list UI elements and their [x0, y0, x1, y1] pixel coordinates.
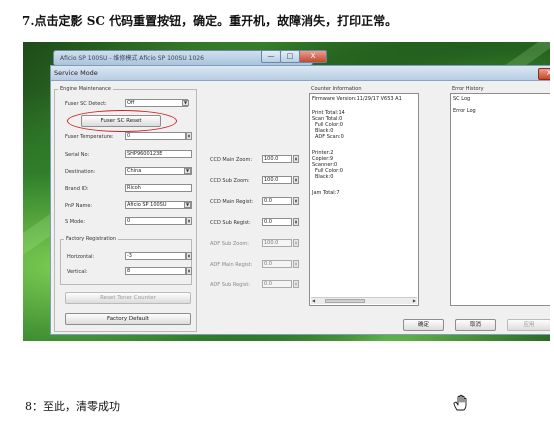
ccd-main-regist-label: CCD Main Regist: — [210, 199, 254, 205]
counter-info-title: Counter Information — [309, 86, 364, 92]
minimize-icon[interactable]: — — [261, 50, 281, 63]
apply-button[interactable]: 应用 — [507, 319, 550, 331]
counter-line: Black:0 — [315, 174, 334, 180]
fuser-temperature-input[interactable]: 0 — [125, 132, 186, 140]
counter-line: Firmware Version:11/29/17 V653 A1 — [312, 96, 402, 102]
counter-line: Jam Total:7 — [312, 190, 340, 196]
chevron-down-icon[interactable]: ▼ — [184, 168, 191, 174]
ok-button[interactable]: 确定 — [403, 319, 444, 331]
adf-main-regist-label: ADF Main Regist: — [210, 262, 253, 268]
fuser-sc-detect-label: Fuser SC Detect: — [65, 101, 107, 107]
red-highlight-circle — [67, 110, 177, 132]
error-history-textbox[interactable]: SC Log Error Log — [450, 93, 550, 306]
fuser-temperature-label: Fuser Temperature: — [65, 134, 114, 140]
factory-default-button[interactable]: Factory Default — [65, 313, 191, 325]
counter-line: ADF Scan:0 — [315, 134, 344, 140]
error-line: SC Log — [453, 96, 471, 102]
ccd-sub-zoom-label: CCD Sub Zoom: — [210, 178, 250, 184]
ccd-sub-regist-label: CCD Sub Regist: — [210, 220, 251, 226]
dialog-close-button[interactable]: X — [538, 68, 550, 80]
spinner-icon[interactable] — [293, 280, 299, 288]
ccd-sub-regist-input[interactable]: 0.0 — [262, 218, 292, 226]
horizontal-input[interactable]: -3 — [125, 252, 186, 260]
scrollbar-thumb[interactable] — [325, 299, 365, 303]
destination-select[interactable]: China — [125, 167, 192, 175]
dialog-title: Service Mode — [51, 66, 550, 81]
spinner-icon[interactable] — [293, 197, 299, 205]
hand-cursor-icon — [453, 394, 467, 411]
chevron-down-icon[interactable]: ▼ — [182, 100, 189, 106]
ccd-main-zoom-label: CCD Main Zoom: — [210, 157, 253, 163]
vertical-input[interactable]: 8 — [125, 267, 186, 275]
ccd-sub-zoom-input[interactable]: 100.0 — [262, 176, 292, 184]
vertical-label: Vertical: — [67, 269, 88, 275]
ccd-main-regist-input[interactable]: 0.0 — [262, 197, 292, 205]
adf-sub-zoom-label: ADF Sub Zoom: — [210, 241, 249, 247]
s-mode-label: S Mode: — [65, 219, 86, 225]
error-line: Error Log — [453, 108, 476, 114]
reset-toner-counter-button[interactable]: Reset Toner Counter — [65, 292, 191, 304]
horizontal-label: Horizontal: — [67, 254, 95, 260]
spinner-icon[interactable] — [186, 132, 192, 140]
scroll-right-icon[interactable]: ▶ — [413, 298, 416, 303]
ccd-main-zoom-input[interactable]: 100.0 — [262, 155, 292, 163]
instruction-heading: 7.点击定影 SC 代码重置按钮，确定。重开机，故障消失，打印正常。 — [22, 14, 398, 28]
spinner-icon[interactable] — [293, 239, 299, 247]
spinner-icon[interactable] — [293, 218, 299, 226]
close-icon[interactable]: X — [299, 50, 327, 63]
engine-maintenance-title: Engine Maintenance — [58, 86, 113, 92]
spinner-icon[interactable] — [186, 217, 192, 225]
brand-id-label: Brand ID: — [65, 186, 89, 192]
spinner-icon[interactable] — [186, 267, 192, 275]
service-mode-dialog: Service Mode X Engine Maintenance Fuser … — [50, 65, 550, 335]
cancel-button[interactable]: 取消 — [455, 319, 496, 331]
adf-main-regist-input[interactable]: 0.0 — [262, 260, 292, 268]
chevron-down-icon[interactable]: ▼ — [184, 202, 191, 208]
adf-sub-zoom-input[interactable]: 100.0 — [262, 239, 292, 247]
footer-text: 8：至此，清零成功 — [25, 400, 120, 413]
screenshot-desktop: Aficio SP 100SU - 维修模式 Aficio SP 100SU 1… — [23, 42, 550, 341]
pnp-name-select[interactable]: Aficio SP 100SU — [125, 201, 192, 209]
maximize-icon[interactable]: □ — [280, 50, 300, 63]
fuser-sc-detect-select[interactable]: Off — [125, 99, 188, 107]
pnp-name-label: PnP Name: — [65, 203, 93, 209]
factory-registration-title: Factory Registration — [64, 236, 119, 242]
adf-sub-regist-label: ADF Sub Regist: — [210, 282, 250, 288]
spinner-icon[interactable] — [293, 176, 299, 184]
brand-id-input[interactable]: Ricoh — [125, 184, 192, 192]
s-mode-input[interactable]: 0 — [125, 217, 186, 225]
adf-sub-regist-input[interactable]: 0.0 — [262, 280, 292, 288]
scroll-left-icon[interactable]: ◀ — [312, 298, 315, 303]
horizontal-scrollbar[interactable]: ◀ ▶ — [311, 297, 417, 304]
spinner-icon[interactable] — [293, 155, 299, 163]
factory-registration-group — [60, 239, 192, 285]
counter-info-textbox[interactable]: Firmware Version:11/29/17 V653 A1 Print … — [309, 93, 419, 306]
serial-no-input[interactable]: SHP9600123E — [125, 150, 192, 158]
spinner-icon[interactable] — [293, 260, 299, 268]
destination-label: Destination: — [65, 169, 96, 175]
spinner-icon[interactable] — [186, 252, 192, 260]
serial-no-label: Serial No: — [65, 152, 90, 158]
error-history-title: Error History — [450, 86, 486, 92]
